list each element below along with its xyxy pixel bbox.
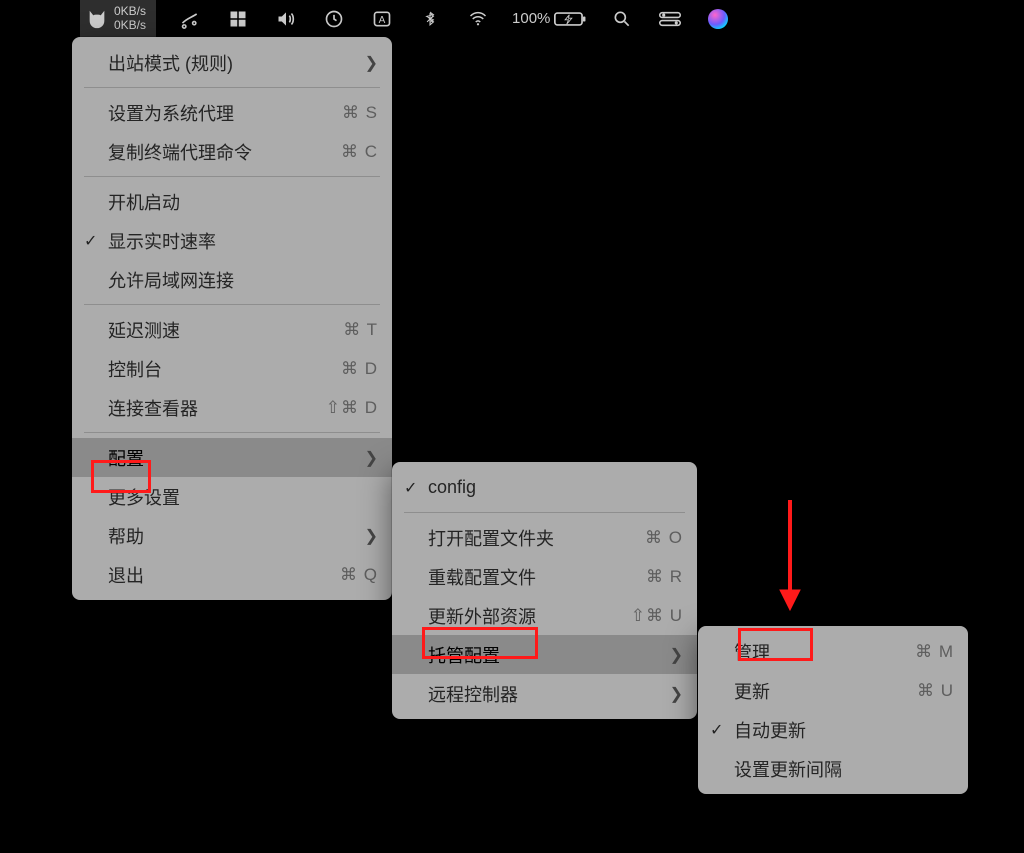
menu-item-console[interactable]: 控制台⌘ D bbox=[72, 349, 392, 388]
menu-item-auto-update[interactable]: ✓自动更新 bbox=[698, 710, 968, 749]
config-submenu: ✓config 打开配置文件夹⌘ O 重载配置文件⌘ R 更新外部资源⇧⌘ U … bbox=[392, 462, 697, 719]
annotation-box-manage bbox=[738, 628, 813, 661]
cat-icon bbox=[86, 8, 108, 30]
check-icon: ✓ bbox=[84, 231, 97, 251]
siri-icon[interactable] bbox=[704, 0, 732, 37]
menu-separator bbox=[84, 176, 380, 177]
check-icon: ✓ bbox=[404, 478, 417, 498]
menu-item-interval[interactable]: 设置更新间隔 bbox=[698, 749, 968, 788]
annotation-box-config bbox=[91, 460, 151, 493]
windows-icon[interactable] bbox=[224, 0, 252, 37]
menu-item-allow-lan[interactable]: 允许局域网连接 bbox=[72, 260, 392, 299]
skate-icon[interactable] bbox=[176, 0, 204, 37]
shortcut: ⌘ U bbox=[917, 681, 954, 701]
menu-item-connections[interactable]: 连接查看器⇧⌘ D bbox=[72, 388, 392, 427]
menu-item-help[interactable]: 帮助❯ bbox=[72, 516, 392, 555]
check-icon: ✓ bbox=[710, 720, 723, 740]
chevron-right-icon: ❯ bbox=[365, 53, 378, 73]
shortcut: ⌘ T bbox=[343, 320, 378, 340]
menubar-app-icon[interactable]: 0KB/s 0KB/s bbox=[80, 0, 156, 37]
shortcut: ⌘ R bbox=[646, 567, 683, 587]
speed-down: 0KB/s bbox=[114, 19, 146, 32]
menu-separator bbox=[84, 432, 380, 433]
battery-percent: 100% bbox=[512, 10, 550, 27]
chevron-right-icon: ❯ bbox=[365, 526, 378, 546]
shortcut: ⌘ O bbox=[645, 528, 683, 548]
clock-icon[interactable] bbox=[320, 0, 348, 37]
shortcut: ⌘ D bbox=[341, 359, 378, 379]
menu-item-quit[interactable]: 退出⌘ Q bbox=[72, 555, 392, 594]
shortcut: ⌘ Q bbox=[340, 565, 378, 585]
menu-item-show-speed[interactable]: ✓显示实时速率 bbox=[72, 221, 392, 260]
menu-item-set-proxy[interactable]: 设置为系统代理⌘ S bbox=[72, 93, 392, 132]
bluetooth-icon[interactable] bbox=[416, 0, 444, 37]
battery-charging-icon bbox=[554, 10, 588, 28]
menu-item-latency[interactable]: 延迟测速⌘ T bbox=[72, 310, 392, 349]
menu-item-startup[interactable]: 开机启动 bbox=[72, 182, 392, 221]
shortcut: ⌘ S bbox=[342, 103, 378, 123]
shortcut: ⇧⌘ U bbox=[631, 606, 683, 626]
menu-item-reload[interactable]: 重载配置文件⌘ R bbox=[392, 557, 697, 596]
macos-menubar: 0KB/s 0KB/s A 100% bbox=[0, 0, 1024, 37]
battery-status[interactable]: 100% bbox=[512, 10, 588, 28]
svg-text:A: A bbox=[379, 15, 386, 26]
menu-item-open-folder[interactable]: 打开配置文件夹⌘ O bbox=[392, 518, 697, 557]
speed-readout: 0KB/s 0KB/s bbox=[114, 5, 146, 31]
menu-item-copy-cmd[interactable]: 复制终端代理命令⌘ C bbox=[72, 132, 392, 171]
input-source-icon[interactable]: A bbox=[368, 0, 396, 37]
shortcut: ⌘ M bbox=[915, 642, 954, 662]
control-center-icon[interactable] bbox=[656, 0, 684, 37]
chevron-right-icon: ❯ bbox=[670, 684, 683, 704]
annotation-arrow bbox=[775, 495, 805, 615]
chevron-right-icon: ❯ bbox=[670, 645, 683, 665]
search-icon[interactable] bbox=[608, 0, 636, 37]
menu-item-update[interactable]: 更新⌘ U bbox=[698, 671, 968, 710]
volume-icon[interactable] bbox=[272, 0, 300, 37]
chevron-right-icon: ❯ bbox=[365, 448, 378, 468]
shortcut: ⇧⌘ D bbox=[326, 398, 378, 418]
menu-item-config-name[interactable]: ✓config bbox=[392, 468, 697, 507]
menu-separator bbox=[84, 87, 380, 88]
wifi-icon[interactable] bbox=[464, 0, 492, 37]
menu-item-outbound[interactable]: 出站模式 (规则)❯ bbox=[72, 43, 392, 82]
speed-up: 0KB/s bbox=[114, 5, 146, 18]
menu-item-remote[interactable]: 远程控制器❯ bbox=[392, 674, 697, 713]
annotation-box-managed bbox=[422, 627, 538, 659]
main-menu: 出站模式 (规则)❯ 设置为系统代理⌘ S 复制终端代理命令⌘ C 开机启动 ✓… bbox=[72, 37, 392, 600]
menu-separator bbox=[84, 304, 380, 305]
menu-separator bbox=[404, 512, 685, 513]
shortcut: ⌘ C bbox=[341, 142, 378, 162]
